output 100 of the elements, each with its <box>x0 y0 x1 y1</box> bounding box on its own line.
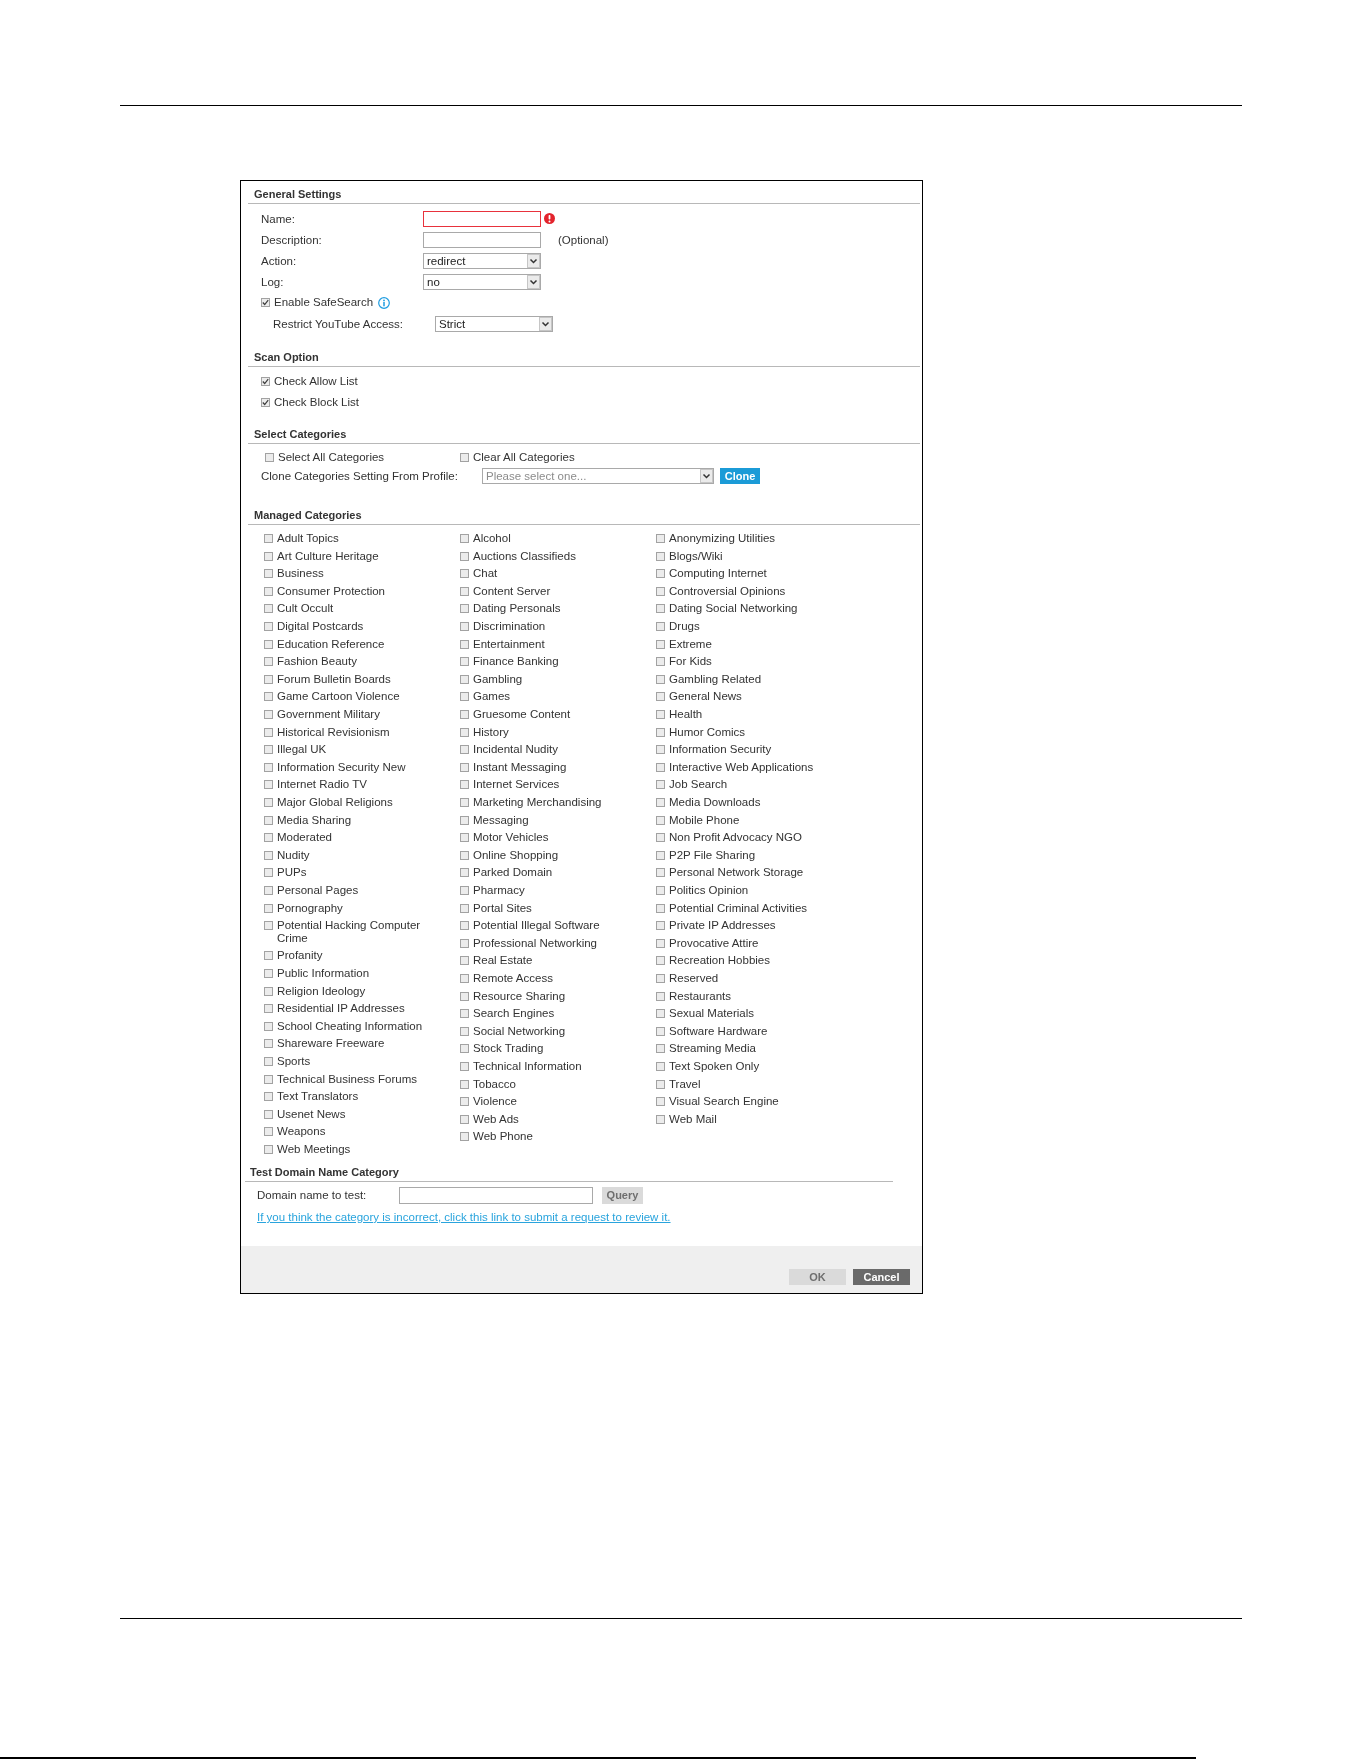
category-checkbox[interactable] <box>264 1021 273 1031</box>
category-checkbox[interactable] <box>264 1074 273 1084</box>
category-checkbox[interactable] <box>656 1114 665 1124</box>
text-field[interactable] <box>423 210 541 227</box>
category-checkbox[interactable] <box>264 1039 273 1049</box>
category-checkbox[interactable] <box>460 833 469 843</box>
category-checkbox[interactable] <box>460 1132 469 1142</box>
category-checkbox[interactable] <box>656 1097 665 1107</box>
category-checkbox[interactable] <box>460 1061 469 1071</box>
cancel-button[interactable]: Cancel <box>853 1269 910 1285</box>
category-checkbox[interactable] <box>460 850 469 860</box>
category-checkbox[interactable] <box>656 639 665 649</box>
review-link[interactable]: If you think the category is incorrect, click this link to submit a request to review it. <box>257 1210 671 1223</box>
category-checkbox[interactable] <box>656 991 665 1001</box>
category-checkbox[interactable] <box>656 762 665 772</box>
category-checkbox[interactable] <box>460 551 469 561</box>
checkbox[interactable] <box>261 377 270 387</box>
dropdown[interactable]: no <box>423 273 541 290</box>
category-checkbox[interactable] <box>656 710 665 720</box>
category-checkbox[interactable] <box>460 973 469 983</box>
checkbox[interactable] <box>265 452 274 462</box>
category-checkbox[interactable] <box>656 1009 665 1019</box>
category-checkbox[interactable] <box>460 991 469 1001</box>
category-checkbox[interactable] <box>656 674 665 684</box>
category-checkbox[interactable] <box>656 885 665 895</box>
category-checkbox[interactable] <box>460 1114 469 1124</box>
category-checkbox[interactable] <box>264 710 273 720</box>
category-checkbox[interactable] <box>460 1044 469 1054</box>
category-checkbox[interactable] <box>264 569 273 579</box>
category-checkbox[interactable] <box>264 986 273 996</box>
category-checkbox[interactable] <box>656 745 665 755</box>
category-checkbox[interactable] <box>264 968 273 978</box>
domain-input[interactable] <box>399 1186 593 1204</box>
category-checkbox[interactable] <box>264 727 273 737</box>
category-checkbox[interactable] <box>264 745 273 755</box>
category-checkbox[interactable] <box>264 604 273 614</box>
category-checkbox[interactable] <box>656 833 665 843</box>
category-checkbox[interactable] <box>460 692 469 702</box>
category-checkbox[interactable] <box>264 951 273 961</box>
category-checkbox[interactable] <box>656 938 665 948</box>
category-checkbox[interactable] <box>656 850 665 860</box>
category-checkbox[interactable] <box>460 569 469 579</box>
category-checkbox[interactable] <box>656 551 665 561</box>
category-checkbox[interactable] <box>264 921 273 931</box>
category-checkbox[interactable] <box>656 569 665 579</box>
category-checkbox[interactable] <box>264 551 273 561</box>
category-checkbox[interactable] <box>460 639 469 649</box>
category-checkbox[interactable] <box>460 1079 469 1089</box>
category-checkbox[interactable] <box>460 798 469 807</box>
category-checkbox[interactable] <box>460 1097 469 1107</box>
category-checkbox[interactable] <box>460 815 469 825</box>
category-checkbox[interactable] <box>264 1144 273 1154</box>
category-checkbox[interactable] <box>460 674 469 684</box>
category-checkbox[interactable] <box>656 780 665 790</box>
dropdown[interactable]: Strict <box>435 315 553 332</box>
category-checkbox[interactable] <box>264 903 273 913</box>
category-checkbox[interactable] <box>656 1044 665 1054</box>
text-field[interactable] <box>423 231 541 248</box>
category-checkbox[interactable] <box>656 798 665 807</box>
category-checkbox[interactable] <box>264 1092 273 1102</box>
category-checkbox[interactable] <box>656 622 665 632</box>
category-checkbox[interactable] <box>656 534 665 544</box>
category-checkbox[interactable] <box>264 692 273 702</box>
checkbox[interactable] <box>261 298 270 308</box>
checkbox[interactable] <box>261 398 270 408</box>
category-checkbox[interactable] <box>460 1009 469 1019</box>
category-checkbox[interactable] <box>656 815 665 825</box>
category-checkbox[interactable] <box>264 850 273 860</box>
category-checkbox[interactable] <box>460 868 469 878</box>
category-checkbox[interactable] <box>264 780 273 790</box>
category-checkbox[interactable] <box>264 833 273 843</box>
category-checkbox[interactable] <box>460 921 469 931</box>
category-checkbox[interactable] <box>264 1004 273 1014</box>
category-checkbox[interactable] <box>460 956 469 966</box>
category-checkbox[interactable] <box>656 586 665 596</box>
category-checkbox[interactable] <box>460 1026 469 1036</box>
dropdown[interactable]: redirect <box>423 252 541 269</box>
category-checkbox[interactable] <box>656 956 665 966</box>
category-checkbox[interactable] <box>656 1026 665 1036</box>
category-checkbox[interactable] <box>460 885 469 895</box>
profile-dropdown[interactable]: Please select one... <box>482 468 714 484</box>
category-checkbox[interactable] <box>460 745 469 755</box>
category-checkbox[interactable] <box>264 868 273 878</box>
info-icon[interactable] <box>378 296 391 309</box>
checkbox[interactable] <box>460 452 469 462</box>
category-checkbox[interactable] <box>460 762 469 772</box>
category-checkbox[interactable] <box>656 1061 665 1071</box>
category-checkbox[interactable] <box>656 604 665 614</box>
category-checkbox[interactable] <box>460 657 469 667</box>
category-checkbox[interactable] <box>264 815 273 825</box>
category-checkbox[interactable] <box>460 938 469 948</box>
category-checkbox[interactable] <box>264 639 273 649</box>
category-checkbox[interactable] <box>460 534 469 544</box>
category-checkbox[interactable] <box>264 657 273 667</box>
category-checkbox[interactable] <box>460 727 469 737</box>
category-checkbox[interactable] <box>264 1109 273 1119</box>
category-checkbox[interactable] <box>656 921 665 931</box>
category-checkbox[interactable] <box>460 586 469 596</box>
category-checkbox[interactable] <box>264 1127 273 1137</box>
category-checkbox[interactable] <box>264 1056 273 1066</box>
